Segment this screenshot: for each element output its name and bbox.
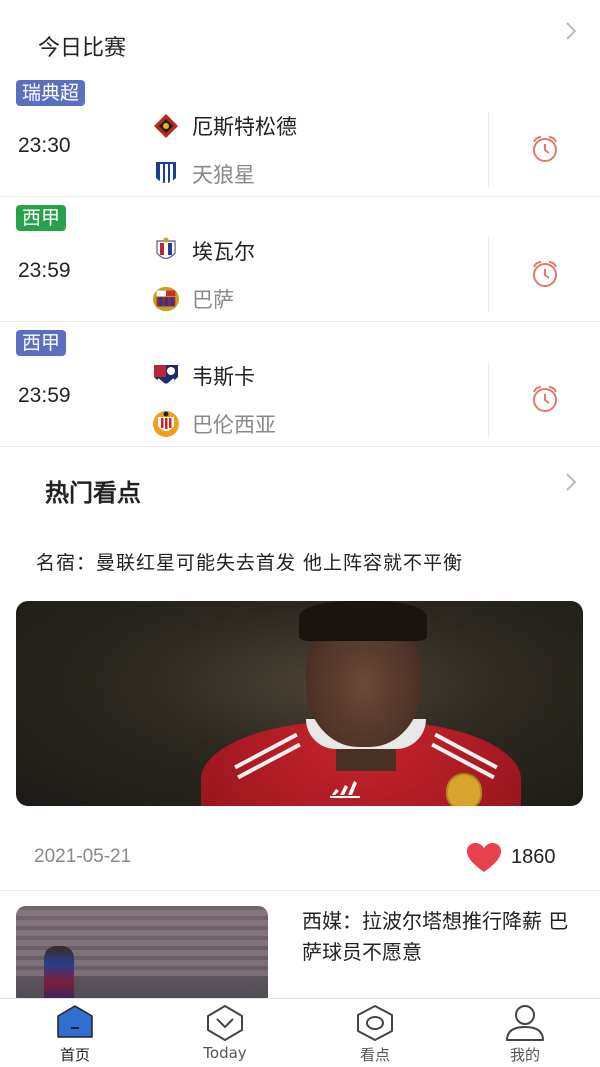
- league-badge: 西甲: [16, 205, 67, 231]
- divider: [0, 890, 600, 891]
- away-team-name: 天狼星: [192, 163, 255, 187]
- divider: [488, 362, 489, 438]
- home-team-name: 厄斯特松德: [192, 115, 297, 139]
- bottom-tab-bar: 首页 Today 看点 我的: [0, 998, 600, 1067]
- tab-profile-label: 我的: [509, 1046, 540, 1064]
- tab-home-label: 首页: [59, 1046, 90, 1064]
- news-thumbnail[interactable]: [16, 906, 268, 1006]
- match-time: 23:30: [18, 134, 71, 157]
- today-matches-header[interactable]: 今日比赛: [0, 0, 600, 72]
- today-matches-section: 今日比赛 瑞典超 23:30 厄斯特松德 天狼星 西甲 23:59 埃瓦尔 巴萨…: [0, 0, 600, 527]
- today-matches-title: 今日比赛: [38, 36, 127, 61]
- alarm-clock-icon[interactable]: [530, 259, 560, 289]
- club-crest-icon: [446, 773, 482, 806]
- news-title[interactable]: 西媒：拉波尔塔想推行降薪 巴萨球员不愿意: [302, 906, 582, 968]
- home-team: 韦斯卡: [152, 360, 255, 392]
- home-team: 埃瓦尔: [152, 235, 255, 267]
- valencia-logo-icon: [152, 410, 180, 438]
- league-badge: 瑞典超: [16, 80, 86, 106]
- adidas-logo-icon: [330, 781, 360, 798]
- away-team-name: 巴伦西亚: [192, 413, 276, 437]
- match-time: 23:59: [18, 259, 71, 282]
- match-time: 23:59: [18, 384, 71, 407]
- away-team: 巴伦西亚: [152, 408, 276, 440]
- chevron-right-icon[interactable]: [564, 471, 578, 493]
- like-count: 1860: [511, 846, 556, 868]
- sirius-logo-icon: [152, 160, 180, 188]
- divider: [488, 237, 489, 313]
- hot-highlights-header[interactable]: 热门看点: [0, 447, 600, 527]
- tab-today[interactable]: Today: [150, 999, 300, 1067]
- tab-today-label: Today: [203, 1044, 247, 1062]
- tab-profile[interactable]: 我的: [450, 999, 600, 1067]
- hot-highlights-title: 热门看点: [45, 479, 141, 507]
- ostersund-logo-icon: [152, 112, 180, 140]
- featured-date: 2021-05-21: [34, 846, 132, 867]
- alarm-clock-icon[interactable]: [530, 384, 560, 414]
- today-icon: [207, 1005, 243, 1041]
- match-row[interactable]: 瑞典超 23:30 厄斯特松德 天狼星: [0, 72, 600, 197]
- divider: [488, 112, 489, 188]
- away-team: 巴萨: [152, 283, 234, 315]
- eibar-logo-icon: [152, 237, 180, 265]
- alarm-clock-icon[interactable]: [530, 134, 560, 164]
- league-badge: 西甲: [16, 330, 67, 356]
- match-row[interactable]: 西甲 23:59 埃瓦尔 巴萨: [0, 197, 600, 322]
- home-team-name: 韦斯卡: [192, 365, 255, 389]
- home-icon: [57, 1005, 93, 1038]
- huesca-logo-icon: [152, 362, 180, 390]
- profile-icon: [506, 1005, 544, 1041]
- away-team-name: 巴萨: [192, 288, 234, 312]
- chevron-right-icon[interactable]: [564, 20, 578, 42]
- featured-headline[interactable]: 名宿：曼联红星可能失去首发 他上阵容就不平衡: [36, 548, 463, 575]
- tab-highlights-label: 看点: [359, 1046, 390, 1064]
- featured-image[interactable]: [16, 601, 583, 806]
- away-team: 天狼星: [152, 158, 255, 190]
- featured-meta: 2021-05-21 1860: [0, 838, 600, 878]
- tab-home[interactable]: 首页: [0, 999, 150, 1067]
- highlights-icon: [357, 1005, 393, 1041]
- barcelona-logo-icon: [152, 285, 180, 313]
- heart-icon[interactable]: [465, 842, 503, 874]
- home-team-name: 埃瓦尔: [192, 240, 255, 264]
- match-row[interactable]: 西甲 23:59 韦斯卡 巴伦西亚: [0, 322, 600, 447]
- tab-highlights[interactable]: 看点: [300, 999, 450, 1067]
- home-team: 厄斯特松德: [152, 110, 297, 142]
